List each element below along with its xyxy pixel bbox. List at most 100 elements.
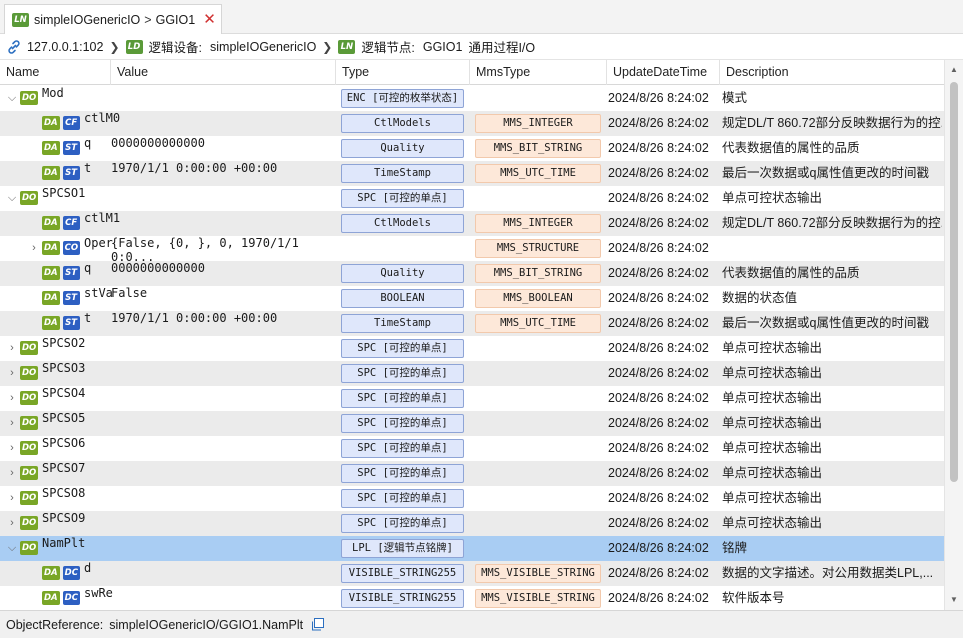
table-row[interactable]: › DA CO Oper {False, {0, }, 0, 1970/1/1 0:0.… (0, 236, 944, 264)
table-row[interactable]: › DO SPCSO8 SPC [可控的单点] 2024/8/26 8:24:02 单点可… (0, 486, 944, 511)
node-type-badges: DO (20, 366, 39, 380)
table-row[interactable]: DA ST t 1970/1/1 0:00:00 +00:00 TimeStamp MMS… (0, 161, 944, 186)
node-name: SPCSO2 (42, 336, 86, 350)
type-badge: Quality (341, 264, 464, 283)
column-header-name[interactable]: Name (0, 60, 111, 85)
table-row[interactable]: › DO SPCSO4 SPC [可控的单点] 2024/8/26 8:24:02 单点可… (0, 386, 944, 411)
logical-device-name[interactable]: simpleIOGenericIO (210, 40, 316, 54)
table-row[interactable]: › DO SPCSO5 SPC [可控的单点] 2024/8/26 8:24:02 单点可… (0, 411, 944, 436)
type-badge: SPC [可控的单点] (341, 514, 464, 533)
table-row[interactable]: DA ST stVa False BOOLEAN MMS_BOOLEAN 2024/8/26… (0, 286, 944, 311)
node-type-badges: DO (20, 491, 39, 505)
table-row[interactable]: DA ST t 1970/1/1 0:00:00 +00:00 TimeStamp MMS… (0, 311, 944, 336)
description: 最后一次数据或q属性值更改的时间戳 (722, 166, 929, 180)
description: 代表数据值的属性的品质 (722, 266, 860, 280)
table-row[interactable]: DA ST q 0000000000000 Quality MMS_BIT_STRING 2… (0, 261, 944, 286)
do-badge: DO (20, 341, 39, 355)
table-row[interactable]: ⌵ DO SPCSO1 SPC [可控的单点] 2024/8/26 8:24:02 单点可… (0, 186, 944, 211)
status-bar: ObjectReference: simpleIOGenericIO/GGIO1… (0, 610, 963, 638)
type-badge: CtlModels (341, 214, 464, 233)
chevron-right-icon[interactable]: › (6, 361, 18, 386)
tab-ggio1[interactable]: LN simpleIOGenericIO > GGIO1 ✕ (4, 4, 222, 34)
node-name: q (84, 261, 92, 275)
node-type-badges: DA ST (42, 316, 80, 330)
host-address[interactable]: 127.0.0.1:102 (27, 40, 103, 54)
mms-type-badge: MMS_VISIBLE_STRING (475, 589, 601, 608)
scrollbar-thumb[interactable] (950, 82, 958, 482)
update-datetime: 2024/8/26 8:24:02 (608, 166, 709, 180)
type-badge: SPC [可控的单点] (341, 464, 464, 483)
column-header-value[interactable]: Value (111, 60, 336, 85)
description: 单点可控状态输出 (722, 341, 823, 355)
node-name: swRe (84, 586, 113, 600)
column-header-description[interactable]: Description (720, 60, 944, 85)
table-row[interactable]: DA CF ctlM0 CtlModels MMS_INTEGER 2024/8/26 8… (0, 111, 944, 136)
table-row[interactable]: › DO SPCSO2 SPC [可控的单点] 2024/8/26 8:24:02 单点可… (0, 336, 944, 361)
chevron-right-icon[interactable]: › (6, 411, 18, 436)
table-row[interactable]: DA DC swRe VISIBLE_STRING255 MMS_VISIBLE_STR… (0, 586, 944, 610)
chevron-right-icon[interactable]: › (6, 336, 18, 361)
chevron-right-icon[interactable]: › (6, 511, 18, 536)
scroll-up-icon[interactable]: ▲ (945, 62, 963, 78)
node-type-badges: DO (20, 441, 39, 455)
chevron-down-icon[interactable]: ⌵ (6, 186, 18, 211)
chevron-down-icon[interactable]: ⌵ (6, 86, 18, 111)
chevron-right-icon: ❯ (109, 39, 120, 54)
update-datetime: 2024/8/26 8:24:02 (608, 141, 709, 155)
chevron-right-icon[interactable]: › (6, 486, 18, 511)
column-header-mmstype[interactable]: MmsType (470, 60, 607, 85)
cf-badge: CF (62, 116, 80, 130)
node-name: q (84, 136, 92, 150)
type-badge: LPL [逻辑节点铭牌] (341, 539, 464, 558)
do-badge: DO (20, 416, 39, 430)
table-header: Name Value Type MmsType UpdateDateTime D… (0, 60, 944, 85)
chevron-down-icon[interactable]: ⌵ (6, 536, 18, 561)
scroll-down-icon[interactable]: ▼ (945, 592, 963, 608)
logical-node-label: 逻辑节点: (361, 41, 415, 55)
chevron-right-icon[interactable]: › (6, 436, 18, 461)
table-row[interactable]: › DO SPCSO3 SPC [可控的单点] 2024/8/26 8:24:02 单点可… (0, 361, 944, 386)
column-header-type[interactable]: Type (336, 60, 470, 85)
table-row[interactable]: › DO SPCSO7 SPC [可控的单点] 2024/8/26 8:24:02 单点可… (0, 461, 944, 486)
description: 单点可控状态输出 (722, 391, 823, 405)
mms-type-badge: MMS_INTEGER (475, 214, 601, 233)
description: 模式 (722, 91, 748, 105)
column-header-updatedatetime[interactable]: UpdateDateTime (607, 60, 720, 85)
type-badge: VISIBLE_STRING255 (341, 589, 464, 608)
logical-node-name[interactable]: GGIO1 (423, 40, 463, 54)
da-badge: DA (42, 241, 60, 255)
do-badge: DO (20, 91, 39, 105)
tab-parent-label: simpleIOGenericIO (34, 12, 141, 27)
type-badge: SPC [可控的单点] (341, 364, 464, 383)
do-badge: DO (20, 491, 39, 505)
close-icon[interactable]: ✕ (203, 12, 216, 27)
update-datetime: 2024/8/26 8:24:02 (608, 241, 709, 255)
type-badge: VISIBLE_STRING255 (341, 564, 464, 583)
copy-icon[interactable] (311, 618, 325, 631)
table-row[interactable]: ⌵ DO NamPlt LPL [逻辑节点铭牌] 2024/8/26 8:24:02 铭牌 (0, 536, 944, 561)
node-value: {False, {0, }, 0, 1970/1/1 0:0... (111, 236, 299, 264)
do-badge: DO (20, 366, 39, 380)
node-type-badges: DO (20, 516, 39, 530)
table-row[interactable]: › DO SPCSO9 SPC [可控的单点] 2024/8/26 8:24:02 单点可… (0, 511, 944, 536)
node-name: SPCSO4 (42, 386, 86, 400)
da-badge: DA (42, 316, 60, 330)
type-badge: SPC [可控的单点] (341, 489, 464, 508)
type-badge: SPC [可控的单点] (341, 414, 464, 433)
da-badge: DA (42, 116, 60, 130)
type-badge: SPC [可控的单点] (341, 339, 464, 358)
table-row[interactable]: › DO SPCSO6 SPC [可控的单点] 2024/8/26 8:24:02 单点可… (0, 436, 944, 461)
type-badge: CtlModels (341, 114, 464, 133)
node-type-badges: DA ST (42, 141, 80, 155)
update-datetime: 2024/8/26 8:24:02 (608, 191, 709, 205)
table-row[interactable]: DA ST q 0000000000000 Quality MMS_BIT_STRING 2… (0, 136, 944, 161)
do-badge: DO (20, 541, 39, 555)
chevron-right-icon[interactable]: › (28, 236, 40, 261)
description: 最后一次数据或q属性值更改的时间戳 (722, 316, 929, 330)
chevron-right-icon[interactable]: › (6, 461, 18, 486)
table-row[interactable]: DA DC d VISIBLE_STRING255 MMS_VISIBLE_STRING… (0, 561, 944, 586)
table-row[interactable]: ⌵ DO Mod ENC [可控的枚举状态] 2024/8/26 8:24:02 模式 (0, 86, 944, 111)
chevron-right-icon[interactable]: › (6, 386, 18, 411)
table-row[interactable]: DA CF ctlM1 CtlModels MMS_INTEGER 2024/8/26 8… (0, 211, 944, 236)
vertical-scrollbar[interactable]: ▲ ▼ (944, 60, 963, 610)
